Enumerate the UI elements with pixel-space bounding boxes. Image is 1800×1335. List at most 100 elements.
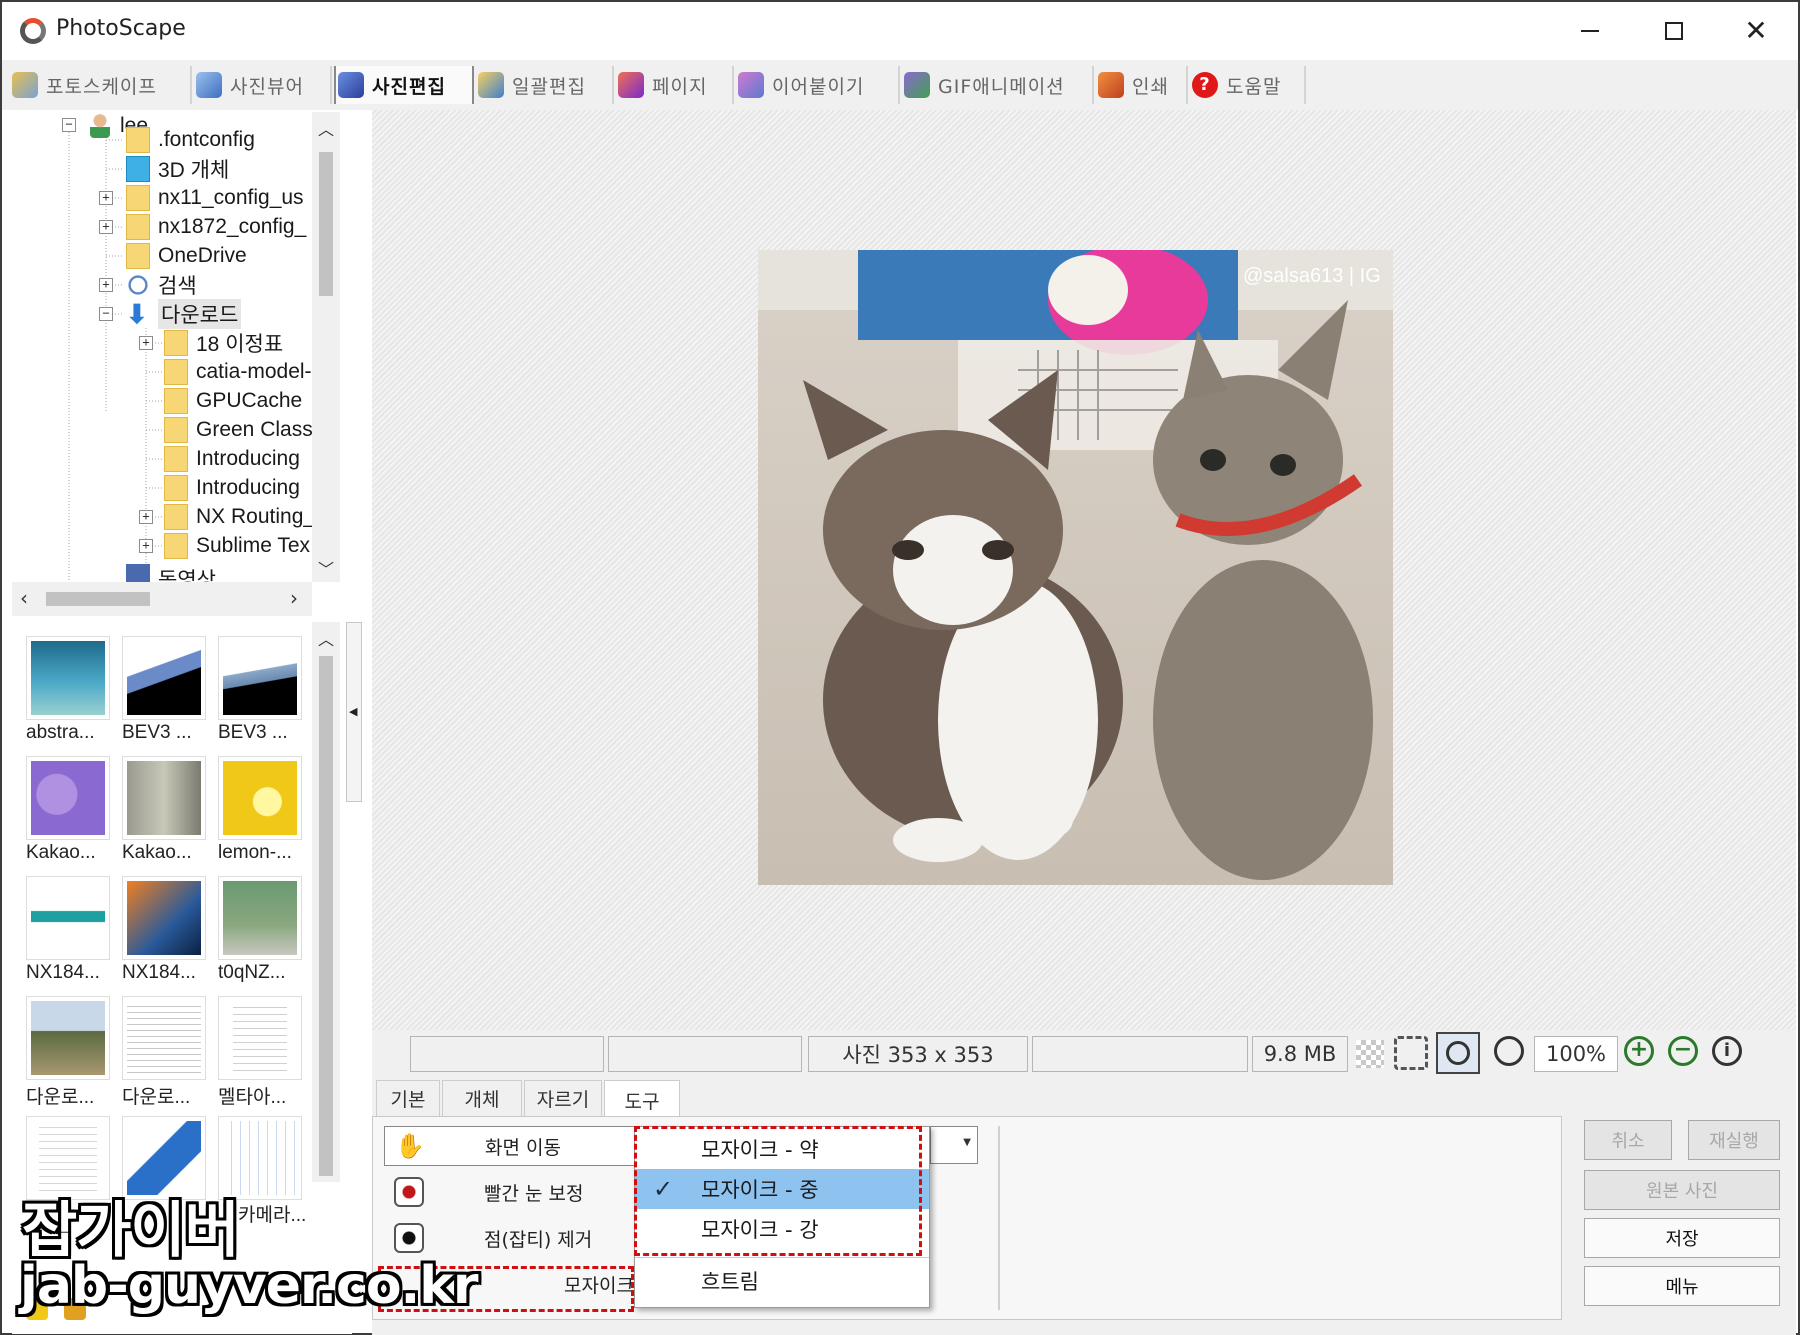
- tree-expand-toggle[interactable]: +: [139, 336, 153, 350]
- thumbnail-label: lemon-...: [218, 842, 292, 863]
- tab-object[interactable]: 개체: [442, 1080, 522, 1116]
- save-button[interactable]: 저장: [1584, 1218, 1780, 1258]
- menu-page[interactable]: 페이지: [616, 66, 734, 104]
- scrollbar-thumb[interactable]: [46, 592, 150, 606]
- panel-collapse-handle[interactable]: ◀: [346, 622, 362, 802]
- thumbnail-image[interactable]: [122, 876, 206, 960]
- menu-photoscape[interactable]: 포토스케이프: [10, 66, 192, 104]
- menu-button[interactable]: 메뉴: [1584, 1266, 1780, 1306]
- fit-to-window-icon[interactable]: [1394, 1036, 1428, 1070]
- edited-photo[interactable]: @salsa613 | IG: [758, 250, 1393, 885]
- tree-item-downloads[interactable]: ⬇ 다운로드: [126, 299, 242, 329]
- help-icon: ?: [1192, 72, 1218, 98]
- tree-label: 다운로드: [158, 299, 242, 329]
- tree-item[interactable]: .fontconfig: [126, 126, 255, 154]
- pan-tool-button[interactable]: ✋ 화면 이동: [384, 1126, 636, 1166]
- thumbnail-image[interactable]: [218, 636, 302, 720]
- transparency-grid-icon[interactable]: [1356, 1040, 1384, 1068]
- menu-viewer[interactable]: 사진뷰어: [194, 66, 332, 104]
- menu-gif[interactable]: GIF애니메이션: [902, 66, 1094, 104]
- tree-item[interactable]: Introducing: [164, 474, 300, 502]
- zoom-in-icon[interactable]: +: [1624, 1036, 1654, 1066]
- tree-item[interactable]: 18 이정표: [164, 329, 283, 357]
- tree-expand-toggle[interactable]: +: [99, 191, 113, 205]
- red-eye-tool-button[interactable]: 빨간 눈 보정: [384, 1172, 636, 1212]
- dropdown-option[interactable]: 흐트림: [635, 1261, 929, 1301]
- tree-item[interactable]: NX Routing_: [164, 503, 312, 531]
- tab-tools[interactable]: 도구: [604, 1080, 680, 1120]
- tree-expand-toggle[interactable]: +: [99, 278, 113, 292]
- tree-expand-toggle[interactable]: +: [99, 220, 113, 234]
- menu-combine[interactable]: 이어붙이기: [736, 66, 900, 104]
- thumbnail-image[interactable]: [218, 996, 302, 1080]
- tree-collapse-toggle[interactable]: −: [99, 307, 113, 321]
- tree-vertical-scrollbar[interactable]: ︿ ﹀: [312, 112, 340, 582]
- menu-label: 인쇄: [1132, 75, 1169, 98]
- tree-item[interactable]: 3D 개체: [126, 155, 229, 183]
- tree-item[interactable]: catia-model-: [164, 358, 312, 386]
- thumbnail-image[interactable]: [26, 876, 110, 960]
- photoscape-menu-icon: [12, 72, 38, 98]
- scrollbar-thumb[interactable]: [319, 152, 333, 296]
- minimize-button[interactable]: [1548, 2, 1632, 60]
- tree-label: NX Routing_: [196, 505, 312, 528]
- close-button[interactable]: ✕: [1714, 2, 1798, 60]
- maximize-button[interactable]: [1632, 2, 1716, 60]
- minimize-icon: [1581, 30, 1599, 32]
- scrollbar-thumb[interactable]: [319, 656, 333, 1176]
- thumbnail-image[interactable]: [26, 996, 110, 1080]
- tree-horizontal-scrollbar[interactable]: ‹ ›: [12, 582, 312, 616]
- menu-help[interactable]: ? 도움말: [1190, 66, 1306, 104]
- tree-item[interactable]: 검색: [126, 271, 197, 299]
- tree-item[interactable]: Sublime Tex: [164, 532, 310, 560]
- info-icon[interactable]: i: [1712, 1036, 1742, 1066]
- zoom-level[interactable]: 100%: [1534, 1036, 1618, 1072]
- chevron-down-icon: ﹀: [318, 560, 335, 579]
- blemish-tool-button[interactable]: 점(잡티) 제거: [384, 1218, 636, 1258]
- tool-label: 빨간 눈 보정: [484, 1182, 584, 1205]
- menu-label: 일괄편집: [512, 75, 586, 98]
- highlight-marker: [634, 1126, 922, 1256]
- tree-label: OneDrive: [158, 244, 247, 267]
- tree-collapse-toggle[interactable]: −: [62, 118, 76, 132]
- zoom-icon[interactable]: [1494, 1036, 1524, 1066]
- folder-icon: [164, 504, 188, 530]
- thumbnail-image[interactable]: [26, 636, 110, 720]
- tree-expand-toggle[interactable]: +: [139, 539, 153, 553]
- thumbnail-scrollbar[interactable]: ︿: [312, 622, 340, 1182]
- option-label: 흐트림: [701, 1270, 759, 1294]
- tree-item[interactable]: Introducing: [164, 445, 300, 473]
- tree-item[interactable]: Green Classi: [164, 416, 312, 444]
- thumbnail-label: 다운로...: [26, 1087, 95, 1108]
- menu-batch[interactable]: 일괄편집: [476, 66, 614, 104]
- undo-button[interactable]: 취소: [1584, 1120, 1672, 1160]
- redo-button[interactable]: 재실행: [1688, 1120, 1780, 1160]
- thumbnail-image[interactable]: [122, 636, 206, 720]
- thumbnail-label: NX184...: [26, 962, 100, 983]
- tree-item[interactable]: nx11_config_us: [126, 184, 304, 212]
- tree-item[interactable]: OneDrive: [126, 242, 247, 270]
- mosaic-strength-combo[interactable]: ▼: [930, 1126, 978, 1164]
- tree-label: Sublime Tex: [196, 534, 311, 557]
- tree-expand-toggle[interactable]: +: [139, 510, 153, 524]
- tab-basic[interactable]: 기본: [376, 1080, 440, 1116]
- tab-crop[interactable]: 자르기: [524, 1080, 602, 1116]
- panel-divider: [998, 1126, 1000, 1310]
- thumbnail-image[interactable]: [218, 756, 302, 840]
- tree-item[interactable]: nx1872_config_: [126, 213, 306, 241]
- menu-print[interactable]: 인쇄: [1096, 66, 1188, 104]
- zoom-out-icon[interactable]: −: [1668, 1036, 1698, 1066]
- tree-item-partial[interactable]: 동영상: [126, 564, 216, 582]
- photo-watermark: @salsa613 | IG: [1243, 265, 1381, 287]
- thumbnail-image[interactable]: [218, 876, 302, 960]
- actual-size-button[interactable]: [1436, 1032, 1480, 1074]
- menu-label: 사진편집: [372, 75, 446, 98]
- thumbnail-image[interactable]: [26, 756, 110, 840]
- menu-editor[interactable]: 사진편집: [334, 66, 474, 104]
- thumbnail-image[interactable]: [122, 756, 206, 840]
- original-photo-button[interactable]: 원본 사진: [1584, 1170, 1780, 1210]
- tree-label: Introducing: [196, 447, 300, 470]
- thumbnail-image[interactable]: [122, 996, 206, 1080]
- site-watermark-url: jab-guyver.co.kr: [20, 1256, 479, 1316]
- tree-item[interactable]: GPUCache: [164, 387, 302, 415]
